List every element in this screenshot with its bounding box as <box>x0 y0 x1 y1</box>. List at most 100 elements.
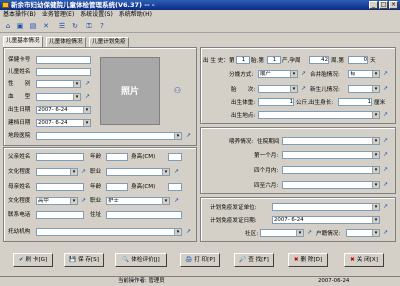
days-suffix: 天 <box>370 58 376 64</box>
child-name-input[interactable] <box>36 68 91 76</box>
menu-settings[interactable]: 系统设置(S) <box>77 11 116 18</box>
save-icon[interactable]: ▣ <box>15 21 25 31</box>
help-icon[interactable]: ? <box>97 21 107 31</box>
father-edu-select[interactable] <box>36 168 78 176</box>
newborn-picker-icon[interactable]: ↗ <box>382 85 389 92</box>
birth-date-input[interactable]: 2007- 6-24 <box>36 106 91 114</box>
refresh-icon[interactable]: ↻ <box>70 21 80 31</box>
minimize-button[interactable]: _ <box>369 1 378 9</box>
father-job-select[interactable] <box>106 168 170 176</box>
nursery-select[interactable] <box>36 228 182 236</box>
phone-input[interactable] <box>36 211 84 219</box>
delivery-method-picker-icon[interactable]: ↗ <box>300 70 307 77</box>
weight-unit: 公斤,出生身长: <box>296 100 334 106</box>
create-date-input[interactable]: 2007- 6-24 <box>36 119 91 127</box>
swipe-card-button[interactable]: ✔ 刷 卡[G] <box>13 253 53 267</box>
nursery-label: 托幼机构 <box>8 229 31 235</box>
length-input[interactable]: 1 <box>338 98 372 106</box>
combined-select[interactable]: 有 <box>348 70 380 78</box>
mother-edu-picker-icon[interactable]: ↗ <box>80 197 87 204</box>
weeks-input[interactable]: 42 <box>309 56 329 64</box>
evaluate-button[interactable]: 🔍 体检评价[J] <box>115 253 167 267</box>
mother-age-input[interactable] <box>106 183 128 191</box>
combined-picker-icon[interactable]: ↗ <box>382 70 389 77</box>
photo-box[interactable]: 照片 <box>100 57 160 125</box>
feeding-month4-picker-icon[interactable]: ↗ <box>382 166 389 173</box>
feeding-hospital-select[interactable] <box>282 137 380 145</box>
menu-business[interactable]: 业务管理(E) <box>39 11 77 18</box>
community-select[interactable] <box>260 229 304 237</box>
cert-unit-select[interactable] <box>272 203 380 211</box>
menu-help[interactable]: 系统帮助(H) <box>116 11 155 18</box>
print-button[interactable]: 🖨 打 印[P] <box>180 253 220 267</box>
days-input[interactable]: 0 <box>348 56 368 64</box>
feeding-hospital-picker-icon[interactable]: ↗ <box>382 137 389 144</box>
community-picker-icon[interactable]: ↗ <box>306 229 313 236</box>
nursery-picker-icon[interactable]: ↗ <box>185 228 192 235</box>
father-height-input[interactable] <box>168 153 182 161</box>
delete-icon[interactable]: ✕ <box>41 21 51 31</box>
blood-type-select[interactable] <box>36 93 81 101</box>
birth-place-select[interactable] <box>258 111 380 119</box>
status-bar: 当前操作者: 管理员 2007-06-24 <box>0 276 400 286</box>
household-picker-icon[interactable]: ↗ <box>382 229 389 236</box>
floppy-icon: 💾 <box>69 257 77 263</box>
mother-job-select[interactable]: 护士 <box>106 197 170 205</box>
find-button[interactable]: 🔎 查 找[F] <box>234 253 274 267</box>
blood-picker-icon[interactable]: ↗ <box>84 93 91 100</box>
address-picker-icon[interactable]: ↗ <box>185 132 192 139</box>
community-label: 社区: <box>245 231 259 237</box>
mother-height-label: 身高(CM) <box>131 184 156 190</box>
delete-button[interactable]: ✖ 删 除[D] <box>288 253 328 267</box>
feeding-month6-picker-icon[interactable]: ↗ <box>382 181 389 188</box>
print-icon[interactable]: ▤ <box>28 21 38 31</box>
feeding-month6-select[interactable] <box>282 181 380 189</box>
close-x-icon: ✖ <box>350 257 355 263</box>
menu-basic[interactable]: 基本操作(B) <box>0 11 39 18</box>
household-select[interactable] <box>346 229 380 237</box>
weight-input[interactable]: 1 <box>258 98 294 106</box>
father-edu-picker-icon[interactable]: ↗ <box>80 168 87 175</box>
close-window-button[interactable]: × <box>389 1 398 9</box>
tab-basic[interactable]: 儿童基本情况 <box>3 36 43 47</box>
date-status: 2007-06-24 <box>318 278 350 284</box>
cert-unit-picker-icon[interactable]: ↗ <box>382 203 389 210</box>
father-name-input[interactable] <box>36 153 84 161</box>
cert-date-input[interactable]: 2007- 6-24 <box>272 216 380 224</box>
home-icon[interactable]: ⌂ <box>3 21 13 31</box>
fetus-picker-icon[interactable]: ↗ <box>300 85 307 92</box>
feeding-month1-picker-icon[interactable]: ↗ <box>382 151 389 158</box>
feeding-month1-label: 第一个月: <box>254 153 279 159</box>
close-button[interactable]: ✖ 关 闭[X] <box>344 253 384 267</box>
maximize-button[interactable]: □ <box>379 1 388 9</box>
mother-name-input[interactable] <box>36 183 84 191</box>
mother-edu-select[interactable]: 高中 <box>36 197 78 205</box>
feeding-month4-select[interactable] <box>282 166 380 174</box>
feeding-month1-select[interactable] <box>282 151 380 159</box>
health-no-input[interactable] <box>36 56 91 64</box>
fetus-select[interactable] <box>258 85 298 93</box>
find-label: 查 找[F] <box>248 257 269 263</box>
parity-input[interactable]: 1 <box>236 56 250 64</box>
sex-picker-icon[interactable]: ↗ <box>84 80 91 87</box>
camera-icon[interactable]: ⚇ <box>173 87 182 96</box>
tab-immunization[interactable]: 儿童计划免疫 <box>89 37 129 47</box>
tab-exam[interactable]: 儿童体检情况 <box>46 37 86 47</box>
delivery-input[interactable]: 1 <box>267 56 281 64</box>
mother-job-picker-icon[interactable]: ↗ <box>173 197 180 204</box>
address-select[interactable] <box>36 132 182 140</box>
delivery-method-select[interactable]: 顺产 <box>258 70 298 78</box>
home-address-input[interactable] <box>106 211 182 219</box>
father-height-label: 身高(CM) <box>131 154 156 160</box>
father-job-picker-icon[interactable]: ↗ <box>173 168 180 175</box>
sex-select[interactable] <box>36 80 81 88</box>
mother-height-input[interactable] <box>168 183 182 191</box>
newborn-select[interactable] <box>348 85 380 93</box>
list-icon[interactable]: ☰ <box>57 21 67 31</box>
save-button[interactable]: 💾 保 存[S] <box>64 253 104 267</box>
key-icon[interactable]: ⚿ <box>84 21 94 31</box>
birth-place-picker-icon[interactable]: ↗ <box>382 111 389 118</box>
delivery-suffix: 产,孕周 <box>282 58 301 64</box>
father-age-input[interactable] <box>106 153 128 161</box>
delete-x-icon: ✖ <box>293 257 299 263</box>
